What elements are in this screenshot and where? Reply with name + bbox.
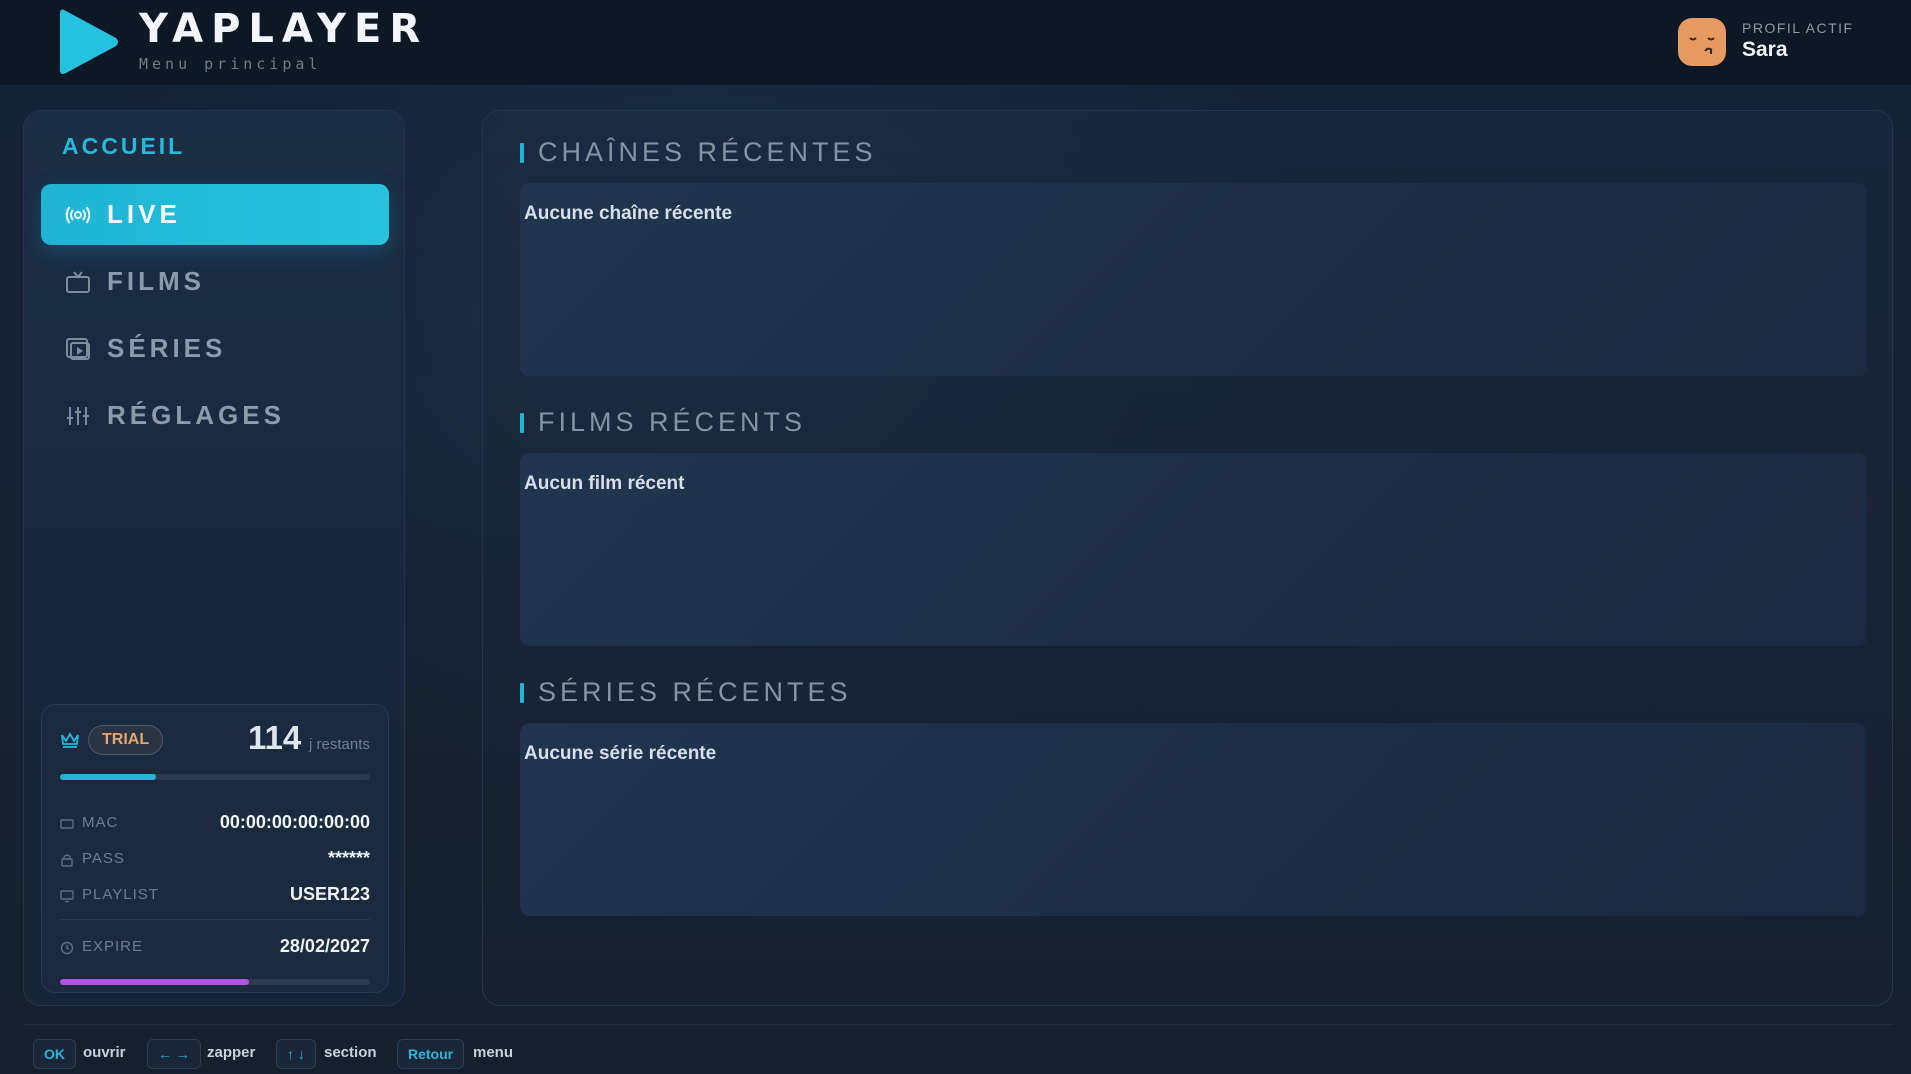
key-hint-ok: OK [33, 1039, 76, 1069]
sidebar-item-label: LIVE [107, 199, 181, 229]
key-hint-desc: ouvrir [83, 1044, 126, 1061]
sliders-icon [67, 407, 89, 425]
days-unit: j restants [309, 736, 370, 753]
days-remaining: 114 [248, 719, 302, 756]
sidebar-item-label: SÉRIES [107, 333, 227, 363]
mac-label: MAC [82, 814, 119, 831]
mac-value: 00:00:00:00:00:00 [219, 812, 370, 832]
playlist-label: PLAYLIST [82, 886, 159, 903]
section-accent-bar [520, 413, 524, 433]
expire-label: EXPIRE [82, 938, 144, 955]
sidebar-item-reglages[interactable]: RÉGLAGES [41, 385, 389, 446]
key-hint-desc: zapper [207, 1044, 256, 1061]
key-hint-desc: menu [473, 1044, 514, 1061]
page-subtitle: Menu principal [139, 55, 322, 73]
tv-icon [66, 271, 90, 293]
sidebar: ACCUEIL LIVE FILMS SÉRIES RÉGLAGES TRIAL… [23, 110, 405, 1006]
empty-state-text: Aucune chaîne récente [524, 203, 733, 224]
trial-progress-bar [60, 774, 370, 780]
app-name: YAPLAYER [139, 6, 429, 52]
top-header: YAPLAYER Menu principal PROFIL ACTIF Sar… [0, 0, 1911, 86]
section-title-series: SÉRIES RÉCENTES [538, 677, 852, 707]
recent-films-panel[interactable]: Aucun film récent [520, 453, 1867, 646]
sidebar-item-series[interactable]: SÉRIES [41, 318, 389, 379]
section-title-chaines: CHAÎNES RÉCENTES [538, 137, 877, 167]
play-logo-icon [60, 9, 118, 74]
key-hint-up-down: ↑ ↓ [276, 1039, 316, 1069]
expire-value: 28/02/2027 [279, 936, 370, 956]
sidebar-item-label: RÉGLAGES [107, 400, 285, 430]
broadcast-icon [65, 206, 91, 224]
key-hint-left-right: ← → [147, 1039, 201, 1069]
footer-divider [23, 1024, 1893, 1025]
card-divider [60, 919, 370, 920]
trial-progress-fill [60, 774, 157, 780]
sidebar-item-label: FILMS [107, 266, 205, 296]
empty-state-text: Aucun film récent [524, 473, 685, 494]
expire-progress-bar [60, 979, 370, 985]
crown-icon [61, 732, 79, 748]
series-icon [66, 338, 90, 360]
recent-series-panel[interactable]: Aucune série récente [520, 723, 1867, 916]
empty-state-text: Aucune série récente [524, 743, 717, 764]
section-title-films: FILMS RÉCENTS [538, 407, 807, 437]
sidebar-item-live[interactable]: LIVE [41, 184, 389, 245]
device-icon [60, 819, 74, 829]
clock-icon [60, 941, 74, 955]
profile-name[interactable]: Sara [1742, 38, 1788, 62]
monitor-icon [60, 890, 74, 903]
recent-channels-panel[interactable]: Aucune chaîne récente [520, 183, 1867, 376]
sidebar-title: ACCUEIL [62, 133, 186, 159]
profile-label: PROFIL ACTIF [1742, 20, 1854, 36]
lock-icon [61, 854, 73, 867]
trial-badge: TRIAL [88, 725, 164, 755]
playlist-value: USER123 [289, 884, 370, 904]
pass-value: ****** [327, 848, 370, 868]
key-hint-retour: Retour [397, 1039, 465, 1069]
key-hint-desc: section [324, 1044, 377, 1061]
section-accent-bar [520, 143, 524, 163]
sleepy-face-icon [1689, 37, 1715, 54]
section-accent-bar [520, 683, 524, 703]
expire-progress-fill [60, 979, 250, 985]
subscription-card: TRIAL 114 j restants MAC 00:00:00:00:00:… [41, 704, 389, 993]
profile-avatar[interactable] [1678, 18, 1726, 66]
sidebar-item-films[interactable]: FILMS [41, 251, 389, 312]
pass-label: PASS [82, 850, 125, 867]
main-panel: CHAÎNES RÉCENTES Aucune chaîne récente F… [482, 110, 1893, 1006]
